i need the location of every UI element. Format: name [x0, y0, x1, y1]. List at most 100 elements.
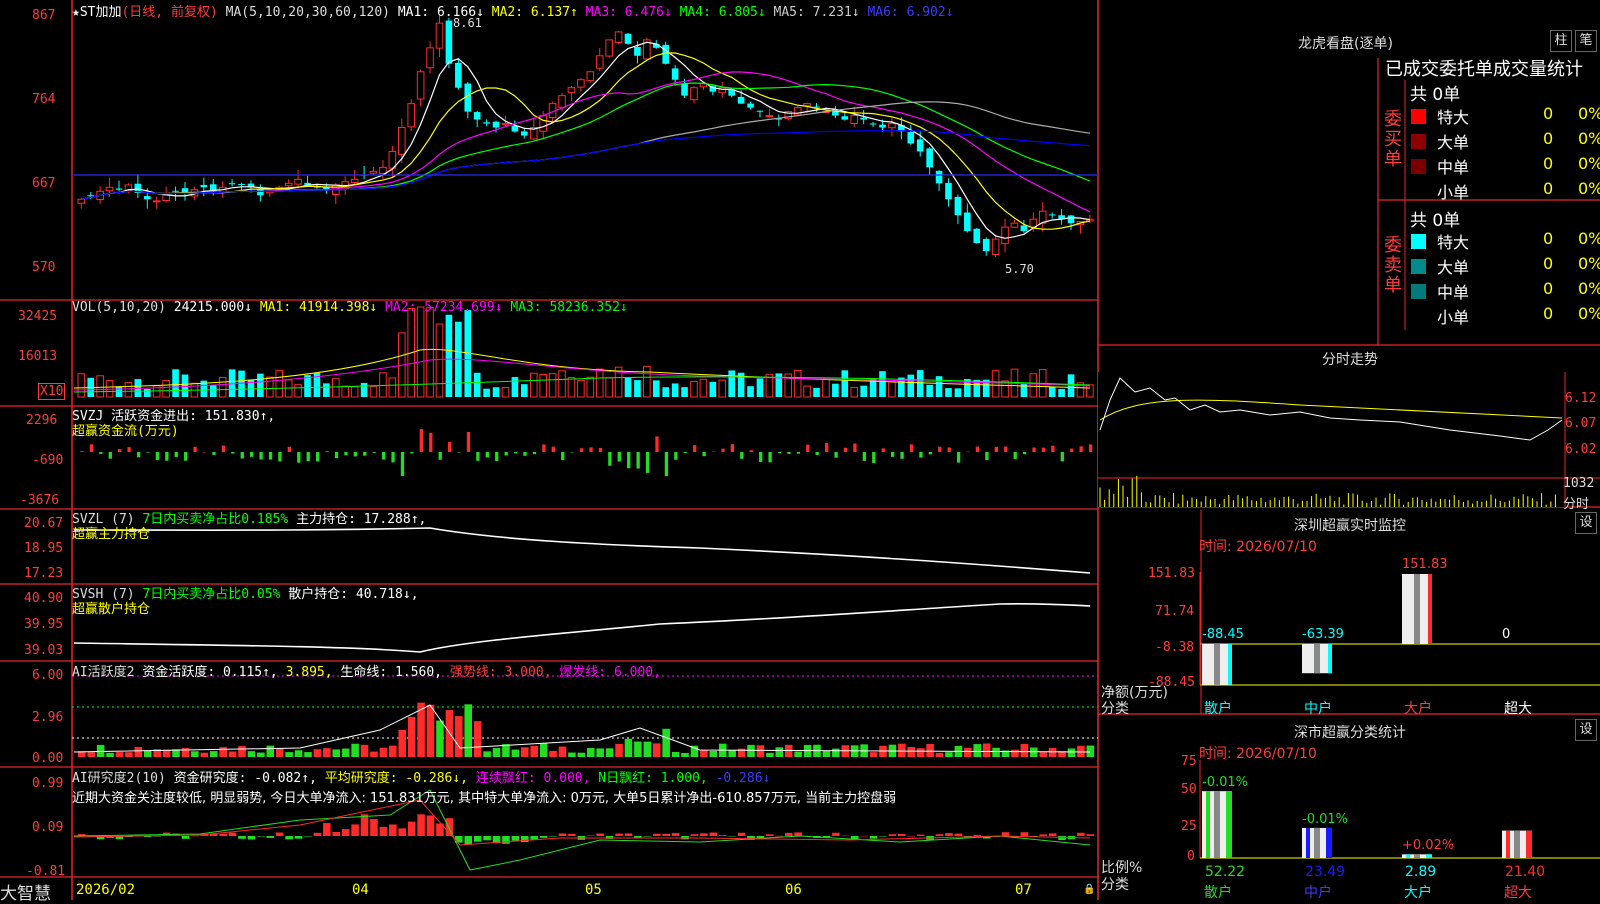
- candle-body: [172, 190, 179, 192]
- candle-body: [926, 148, 933, 168]
- fund-flow-bar: [909, 444, 914, 452]
- fund-flow-bar: [645, 452, 650, 473]
- candle-body: [492, 121, 500, 128]
- class-bar-edge: [1506, 830, 1510, 858]
- volume-bar: [643, 365, 651, 398]
- buy-total: 共 0单: [1410, 85, 1461, 105]
- low-label: 5.70: [1005, 262, 1034, 276]
- ai1-ytick: 0.00: [32, 751, 64, 766]
- sz-class-settings-button[interactable]: 设: [1575, 719, 1597, 741]
- activity-bar: [756, 745, 765, 757]
- activity-bar: [294, 750, 303, 757]
- candle-body: [690, 87, 698, 101]
- research-bar: [643, 836, 652, 837]
- fund-flow-bar: [975, 446, 980, 452]
- fund-flow-bar: [561, 452, 565, 461]
- activity-bar: [143, 750, 152, 757]
- fund-flow-bar: [589, 447, 593, 452]
- color-swatch: [1411, 259, 1426, 274]
- sz-monitor-ytick: -8.38: [1155, 640, 1195, 655]
- x-label: 2026/02: [76, 882, 136, 898]
- candle-body: [595, 55, 604, 69]
- research-bar: [285, 836, 293, 840]
- volume-bar: [1029, 373, 1038, 398]
- vol-ma1: MA1: 41914.398↓: [259, 300, 378, 315]
- volume-bar: [275, 369, 284, 398]
- sz-monitor-ytick: 71.74: [1155, 604, 1195, 619]
- research-bar: [775, 835, 784, 837]
- research-bar: [407, 821, 416, 836]
- research-bar: [728, 836, 736, 837]
- sz-monitor-settings-button[interactable]: 设: [1575, 512, 1597, 534]
- candle-body: [105, 186, 114, 192]
- research-bar: [737, 832, 746, 836]
- activity-bar: [389, 745, 397, 757]
- research-bar: [313, 832, 322, 836]
- fund-flow-bar: [834, 452, 838, 458]
- intraday-title: 分时走势: [1322, 352, 1378, 368]
- research-bar: [907, 835, 916, 837]
- fund-flow-bar: [353, 452, 358, 457]
- candle-body: [238, 183, 245, 185]
- kline-ytick: 764: [32, 92, 56, 107]
- app-logo[interactable]: 大智慧: [0, 879, 51, 904]
- candle-body: [756, 110, 764, 112]
- research-line: [73, 799, 1091, 846]
- research-bar: [832, 832, 840, 836]
- volume-bar: [143, 388, 151, 397]
- volume-bar: [991, 370, 1000, 398]
- fund-flow-bar: [306, 452, 310, 462]
- fund-flow-bar: [344, 452, 348, 456]
- activity-bar: [681, 752, 689, 757]
- research-bar: [1086, 834, 1095, 836]
- volume-bar: [124, 381, 133, 398]
- volume-bar: [350, 386, 359, 398]
- order-pct: 0%: [1578, 279, 1600, 298]
- research-bar: [709, 832, 718, 836]
- candle-body: [991, 238, 1000, 255]
- candle-body: [228, 183, 236, 185]
- volume-bar: [332, 378, 340, 398]
- vol-unit-badge[interactable]: X10: [38, 383, 66, 400]
- x-label: 04: [352, 882, 369, 898]
- column-mode-button[interactable]: 柱: [1550, 30, 1572, 52]
- vol-ma2: MA2: 57234.699↓: [385, 300, 503, 315]
- vol-ytick: 32425: [18, 309, 58, 324]
- activity-bar: [1086, 745, 1095, 757]
- activity-bar: [228, 751, 237, 757]
- fund-flow-bar: [627, 452, 631, 469]
- research-bar: [652, 833, 661, 836]
- research-bar: [483, 836, 491, 841]
- activity-bar: [700, 749, 708, 757]
- class-change-label: -0.01%: [1202, 775, 1248, 791]
- fund-flow-bar: [1013, 452, 1017, 460]
- volume-bar: [803, 385, 811, 398]
- stock-name[interactable]: ★ST加加: [72, 5, 121, 20]
- volume-bar: [266, 376, 274, 398]
- class-category-label: 散户: [1204, 885, 1232, 901]
- volume-bar: [793, 369, 802, 398]
- activity-bar: [964, 747, 972, 757]
- class-bar-shade: [1414, 854, 1420, 858]
- research-bar: [511, 836, 520, 841]
- fund-flow-bar: [693, 445, 697, 452]
- volume-bar: [218, 376, 227, 398]
- ai1-ytick: 2.96: [32, 710, 64, 725]
- order-type-label: 小单: [1437, 183, 1470, 202]
- volume-bar: [634, 380, 641, 397]
- research-bar: [1001, 832, 1010, 836]
- dragon-title: 龙虎看盘(逐单): [1298, 36, 1393, 52]
- research-bar: [257, 836, 265, 837]
- activity-bar: [125, 752, 133, 757]
- fund-flow-bar: [551, 446, 555, 452]
- candle-body: [416, 71, 425, 100]
- volume-bar: [586, 376, 595, 398]
- fund-flow-bar: [890, 452, 895, 457]
- lock-icon[interactable]: 🔒: [1083, 884, 1095, 895]
- candle-body: [567, 87, 576, 94]
- activity-bar: [341, 748, 350, 757]
- fund-flow-bar: [391, 452, 395, 463]
- fund-flow-bar: [466, 431, 471, 452]
- activity-bar: [982, 743, 991, 757]
- tick-mode-button[interactable]: 笔: [1575, 30, 1597, 52]
